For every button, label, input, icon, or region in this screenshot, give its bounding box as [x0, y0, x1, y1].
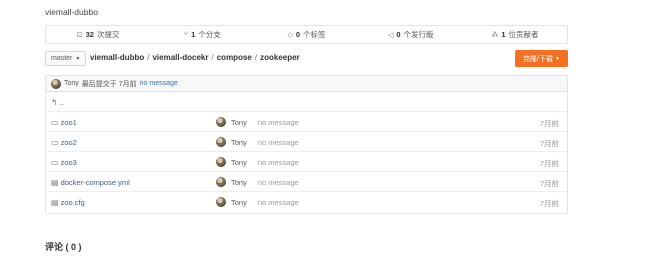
commit-time: 7月前	[539, 179, 559, 188]
file-name: zoo.cfg	[60, 198, 85, 207]
branch-icon: ⑂	[183, 31, 189, 38]
breadcrumb-separator: /	[254, 53, 258, 62]
branch-name: master	[51, 55, 73, 62]
file-link[interactable]: ▤ docker-compose.yml	[51, 178, 130, 187]
branch-selector[interactable]: master ▼	[45, 51, 87, 66]
stat-label: 次提交	[96, 30, 120, 39]
commit-message[interactable]: no message	[258, 138, 299, 147]
file-link[interactable]: ▭ zoo3	[51, 158, 77, 167]
parent-dir-row[interactable]: ↰ ..	[46, 92, 567, 112]
parent-dir-link[interactable]: ↰ ..	[51, 98, 64, 107]
table-row: ▤ zoo.cfg Tony no message 7月前	[46, 192, 567, 212]
stat-branches[interactable]: ⑂ 1 个分支	[150, 29, 254, 40]
commit-info: Tony no message	[216, 177, 299, 187]
file-icon: ▤	[51, 178, 59, 187]
commit-info: Tony no message	[216, 117, 299, 127]
folder-icon: ▭	[51, 118, 59, 127]
breadcrumb-item[interactable]: viemall-dubbo	[90, 53, 144, 62]
table-row: ▤ docker-compose.yml Tony no message 7月前	[46, 172, 567, 192]
commit-info: Tony no message	[216, 157, 299, 167]
commit-message[interactable]: no message	[258, 158, 299, 167]
stat-label: 个标签	[303, 30, 326, 39]
stat-count: 1	[501, 30, 506, 39]
file-link[interactable]: ▭ zoo2	[51, 138, 77, 147]
breadcrumb-separator: /	[147, 53, 150, 62]
file-name: docker-compose.yml	[60, 178, 130, 187]
commit-message[interactable]: no message	[258, 178, 299, 187]
table-row: ▭ zoo3 Tony no message 7月前	[46, 152, 567, 172]
file-link[interactable]: ▤ zoo.cfg	[51, 198, 85, 207]
breadcrumb-current: zookeeper	[260, 53, 300, 62]
commit-time: 最后提交于 7月前	[81, 80, 137, 88]
back-arrow-icon: ↰	[51, 98, 58, 107]
table-row: ▭ zoo2 Tony no message 7月前	[46, 132, 567, 152]
commit-author[interactable]: Tony	[64, 80, 79, 87]
author-name[interactable]: Tony	[231, 118, 247, 127]
stat-label: 位贡献者	[508, 30, 539, 39]
commit-message[interactable]: no message	[258, 198, 299, 207]
file-name: zoo2	[60, 138, 77, 147]
stat-count: 32	[85, 30, 94, 39]
commit-time: 7月前	[539, 159, 559, 168]
commit-info: Tony no message	[216, 197, 299, 207]
chevron-down-icon: ▼	[555, 55, 560, 62]
avatar[interactable]	[216, 157, 226, 167]
file-icon: ▤	[51, 198, 59, 207]
commit-time: 7月前	[539, 199, 559, 208]
avatar[interactable]	[51, 78, 61, 89]
stat-tags[interactable]: ◇ 0 个标签	[254, 29, 358, 40]
file-link[interactable]: ▭ zoo1	[51, 118, 77, 127]
repo-title[interactable]: viemall-dubbo	[45, 7, 98, 17]
author-name[interactable]: Tony	[231, 158, 247, 167]
commit-message[interactable]: no message	[258, 118, 299, 127]
tag-icon: ◇	[287, 31, 293, 39]
stat-count: 0	[396, 30, 401, 39]
breadcrumb-item[interactable]: viemall-docekr	[152, 53, 208, 62]
stat-label: 个发行版	[403, 30, 434, 39]
stat-commits[interactable]: ⊡ 32 次提交	[46, 29, 150, 40]
avatar[interactable]	[216, 177, 226, 187]
table-row: ▭ zoo1 Tony no message 7月前	[46, 112, 567, 132]
folder-icon: ▭	[51, 138, 59, 147]
commit-icon: ⊡	[76, 31, 83, 39]
stat-count: 0	[295, 30, 301, 39]
breadcrumb-separator: /	[211, 53, 214, 62]
avatar[interactable]	[216, 197, 226, 207]
stat-count: 1	[191, 30, 196, 39]
comments-heading: 评论 ( 0 )	[45, 242, 82, 252]
breadcrumb-item[interactable]: compose	[217, 53, 252, 62]
stat-releases[interactable]: ◁ 0 个发行版	[359, 29, 463, 40]
contributor-icon: ⁂	[491, 31, 499, 39]
avatar[interactable]	[216, 117, 226, 127]
file-name: zoo3	[60, 158, 77, 167]
avatar[interactable]	[216, 137, 226, 147]
last-commit-bar: Tony 最后提交于 7月前 no message	[46, 76, 567, 92]
author-name[interactable]: Tony	[231, 198, 247, 207]
release-icon: ◁	[387, 31, 394, 39]
clone-download-button[interactable]: 克隆/下载 ▼	[515, 50, 568, 67]
parent-dir-label: ..	[59, 98, 64, 107]
folder-icon: ▭	[51, 158, 59, 167]
commit-message-link[interactable]: no message	[140, 80, 178, 87]
clone-label: 克隆/下载	[523, 55, 553, 63]
commit-info: Tony no message	[216, 137, 299, 147]
breadcrumb: viemall-dubbo / viemall-docekr / compose…	[90, 53, 300, 62]
chevron-down-icon: ▼	[75, 55, 81, 62]
author-name[interactable]: Tony	[231, 178, 247, 187]
repo-stats-bar: ⊡ 32 次提交 ⑂ 1 个分支 ◇ 0 个标签 ◁ 0 个发行版 ⁂ 1 位贡…	[45, 25, 568, 44]
author-name[interactable]: Tony	[231, 138, 247, 147]
stat-label: 个分支	[198, 30, 221, 39]
commit-time: 7月前	[539, 139, 559, 148]
file-name: zoo1	[60, 118, 77, 127]
file-list: Tony 最后提交于 7月前 no message ↰ .. ▭ zoo1 To…	[45, 75, 568, 214]
path-bar: master ▼ viemall-dubbo / viemall-docekr …	[45, 50, 568, 67]
commit-time: 7月前	[539, 119, 559, 128]
stat-contributors[interactable]: ⁂ 1 位贡献者	[463, 29, 567, 40]
